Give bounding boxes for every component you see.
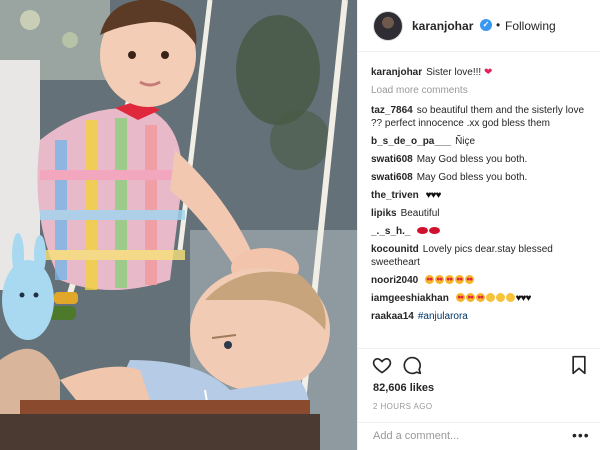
- heart-eyes-icon: [435, 275, 445, 284]
- heart-eyes-icon: [425, 275, 435, 284]
- verified-icon: ✓: [480, 19, 492, 31]
- comment-username[interactable]: the_triven: [371, 190, 419, 201]
- comment-text: Beautiful: [400, 208, 440, 219]
- comment-username[interactable]: swati608: [371, 154, 413, 165]
- comment-item: iamgeeshiakhan ♥♥♥: [371, 292, 594, 305]
- post-header: karanjohar ✓ • Following: [358, 0, 600, 52]
- add-comment-input[interactable]: [373, 430, 553, 442]
- comment-text: Ñiçe: [455, 136, 476, 147]
- header-separator: •: [496, 18, 501, 32]
- more-icon[interactable]: •••: [572, 427, 590, 443]
- smile-icon: [495, 293, 505, 302]
- caption-text: Sister love!!!: [426, 67, 482, 78]
- comment-text: May God bless you both.: [416, 154, 528, 165]
- comment-username[interactable]: raakaa14: [371, 311, 414, 322]
- comment-item: noori2040: [371, 274, 594, 287]
- comment-username[interactable]: kocounitd: [371, 244, 419, 255]
- heart-eyes-icon: [445, 275, 455, 284]
- heart-eyes-icon: [455, 293, 465, 302]
- avatar[interactable]: [373, 11, 403, 41]
- comment-item: swati608 May God bless you both.: [371, 171, 594, 184]
- likes-count[interactable]: 82,606 likes: [373, 382, 434, 394]
- comment-icon[interactable]: [402, 355, 422, 375]
- heart-icon[interactable]: [372, 355, 392, 375]
- lips-icon: [429, 227, 441, 234]
- add-comment-bar: •••: [358, 422, 600, 450]
- smile-icon: [485, 293, 495, 302]
- comment-username[interactable]: taz_7864: [371, 105, 413, 116]
- caption: karanjohar Sister love!!! ❤: [371, 66, 594, 79]
- post-timestamp: 2 HOURS AGO: [373, 402, 433, 411]
- photo-illustration: [0, 0, 357, 450]
- action-bar: [358, 348, 600, 384]
- comments-list: karanjohar Sister love!!! ❤ Load more com…: [371, 66, 594, 348]
- smile-icon: [505, 293, 515, 302]
- comment-item: _._s_h._: [371, 225, 594, 238]
- heart-eyes-icon: [465, 275, 475, 284]
- comment-item: lipiks Beautiful: [371, 207, 594, 220]
- heart-eyes-icon: [465, 293, 475, 302]
- comment-username[interactable]: swati608: [371, 172, 413, 183]
- bookmark-icon[interactable]: [570, 355, 588, 375]
- comment-text: May God bless you both.: [416, 172, 528, 183]
- load-more-comments-link[interactable]: Load more comments: [371, 84, 594, 97]
- lips-icon: [417, 227, 429, 234]
- comment-username[interactable]: _._s_h._: [371, 226, 410, 237]
- following-button[interactable]: Following: [505, 19, 556, 33]
- black-heart-icon: ♥♥♥: [515, 293, 532, 304]
- heart-eyes-icon: [475, 293, 485, 302]
- author-username[interactable]: karanjohar: [412, 19, 473, 33]
- comment-username[interactable]: b_s_de_o_pa___: [371, 136, 451, 147]
- caption-username[interactable]: karanjohar: [371, 67, 422, 78]
- comment-item: raakaa14 #anjularora: [371, 310, 594, 323]
- heart-eyes-icon: [455, 275, 465, 284]
- comment-item: kocounitd Lovely pics dear.stay blessed s…: [371, 243, 594, 269]
- post-photo[interactable]: [0, 0, 357, 450]
- comment-username[interactable]: noori2040: [371, 275, 418, 286]
- hashtag-link[interactable]: #anjularora: [418, 311, 468, 322]
- comment-username[interactable]: iamgeeshiakhan: [371, 293, 449, 304]
- comment-item: b_s_de_o_pa___ Ñiçe: [371, 135, 594, 148]
- comment-item: taz_7864 so beautiful them and the sister…: [371, 104, 594, 130]
- comment-item: the_triven ♥♥♥: [371, 189, 594, 202]
- post-side-panel: karanjohar ✓ • Following karanjohar Siste…: [357, 0, 600, 450]
- comment-username[interactable]: lipiks: [371, 208, 397, 219]
- red-heart-icon: ❤: [483, 67, 493, 78]
- black-heart-icon: ♥♥♥: [425, 190, 442, 201]
- comment-item: swati608 May God bless you both.: [371, 153, 594, 166]
